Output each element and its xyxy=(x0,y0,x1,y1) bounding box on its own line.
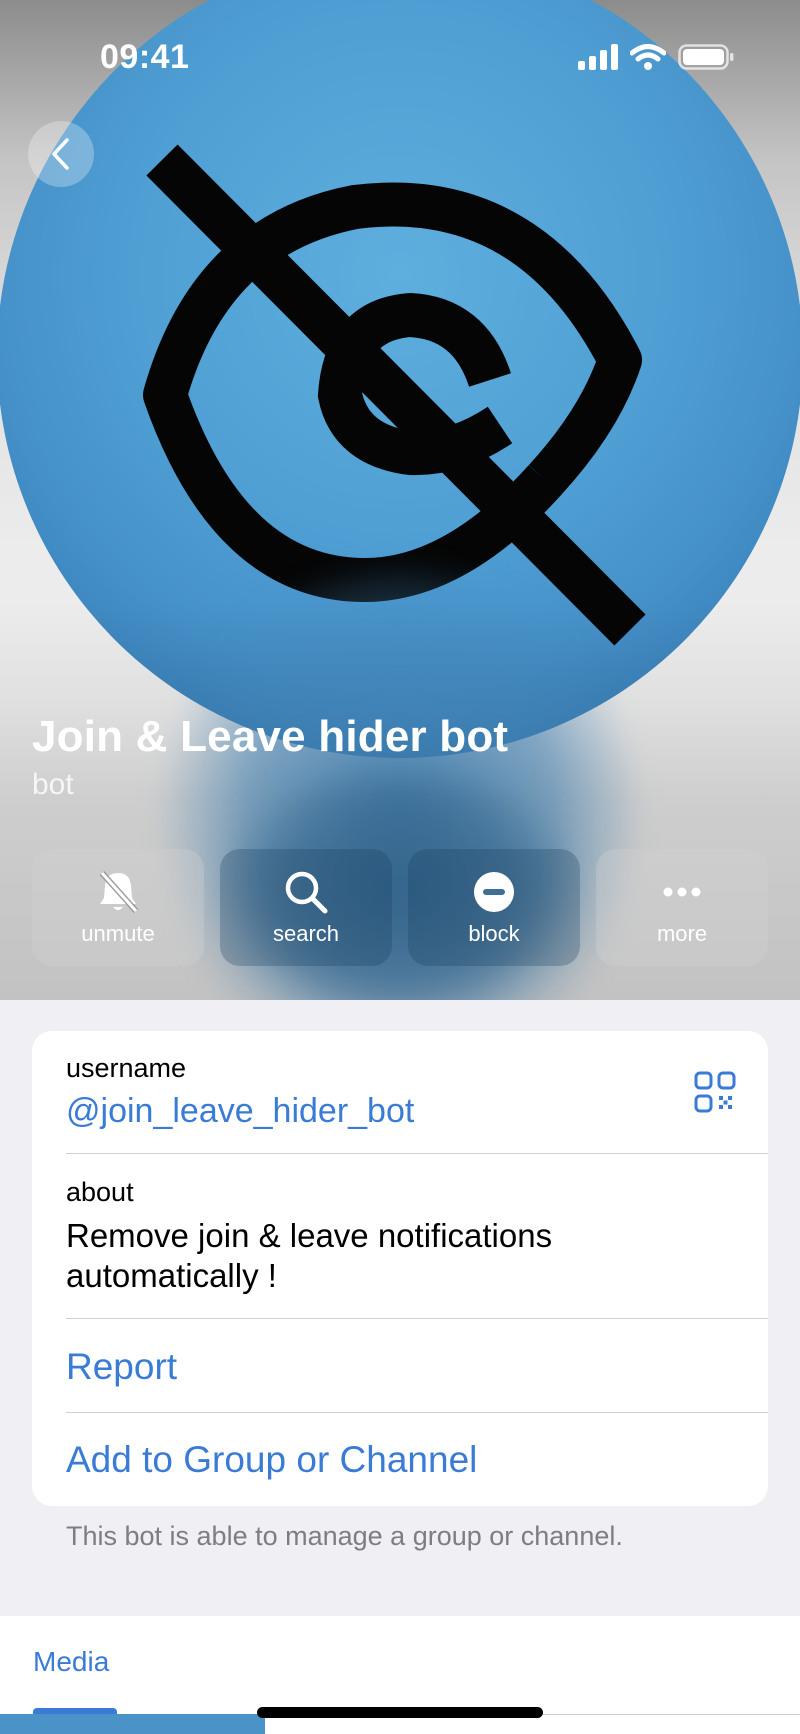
back-button[interactable] xyxy=(28,121,94,187)
home-indicator xyxy=(257,1707,543,1718)
profile-header: 09:41 Join & Leave hider bot bot unmute … xyxy=(0,0,800,1000)
divider xyxy=(66,1318,768,1319)
add-to-group-button[interactable]: Add to Group or Channel xyxy=(66,1439,768,1481)
tab-media[interactable]: Media xyxy=(33,1646,109,1678)
chevron-left-icon xyxy=(52,138,69,170)
about-row: about Remove join & leave notifications … xyxy=(66,1177,768,1296)
unmute-button[interactable]: unmute xyxy=(32,849,204,966)
more-icon xyxy=(663,887,701,897)
search-icon xyxy=(285,871,328,914)
divider xyxy=(66,1153,768,1154)
action-bar: unmute search block more xyxy=(32,849,768,966)
about-label: about xyxy=(66,1177,134,1207)
divider xyxy=(66,1412,768,1413)
search-button[interactable]: search xyxy=(220,849,392,966)
report-button[interactable]: Report xyxy=(66,1346,768,1388)
qr-code-icon[interactable] xyxy=(694,1071,736,1113)
info-card: username @join_leave_hider_bot about Rem… xyxy=(32,1031,768,1506)
cellular-signal-icon xyxy=(578,44,618,70)
profile-subtitle: bot xyxy=(32,768,74,801)
username-row[interactable]: username @join_leave_hider_bot xyxy=(66,1053,768,1131)
block-icon xyxy=(474,872,514,912)
about-line-1: Remove join & leave notifications xyxy=(66,1217,553,1254)
wifi-icon xyxy=(630,44,666,70)
status-time: 09:41 xyxy=(100,38,190,76)
media-thumbnail[interactable] xyxy=(0,1714,265,1734)
more-label: more xyxy=(656,921,708,946)
profile-name: Join & Leave hider bot xyxy=(32,712,509,761)
username-value[interactable]: @join_leave_hider_bot xyxy=(66,1092,768,1131)
search-label: search xyxy=(272,921,340,946)
block-label: block xyxy=(468,921,520,946)
unmute-label: unmute xyxy=(81,921,155,946)
about-line-2: automatically ! xyxy=(66,1257,277,1294)
footnote: This bot is able to manage a group or ch… xyxy=(66,1521,623,1551)
block-button[interactable]: block xyxy=(408,849,580,966)
username-label: username xyxy=(66,1053,187,1083)
status-icons xyxy=(578,44,734,70)
bell-slash-icon xyxy=(99,870,139,914)
more-button[interactable]: more xyxy=(596,849,768,966)
battery-icon xyxy=(678,44,734,70)
